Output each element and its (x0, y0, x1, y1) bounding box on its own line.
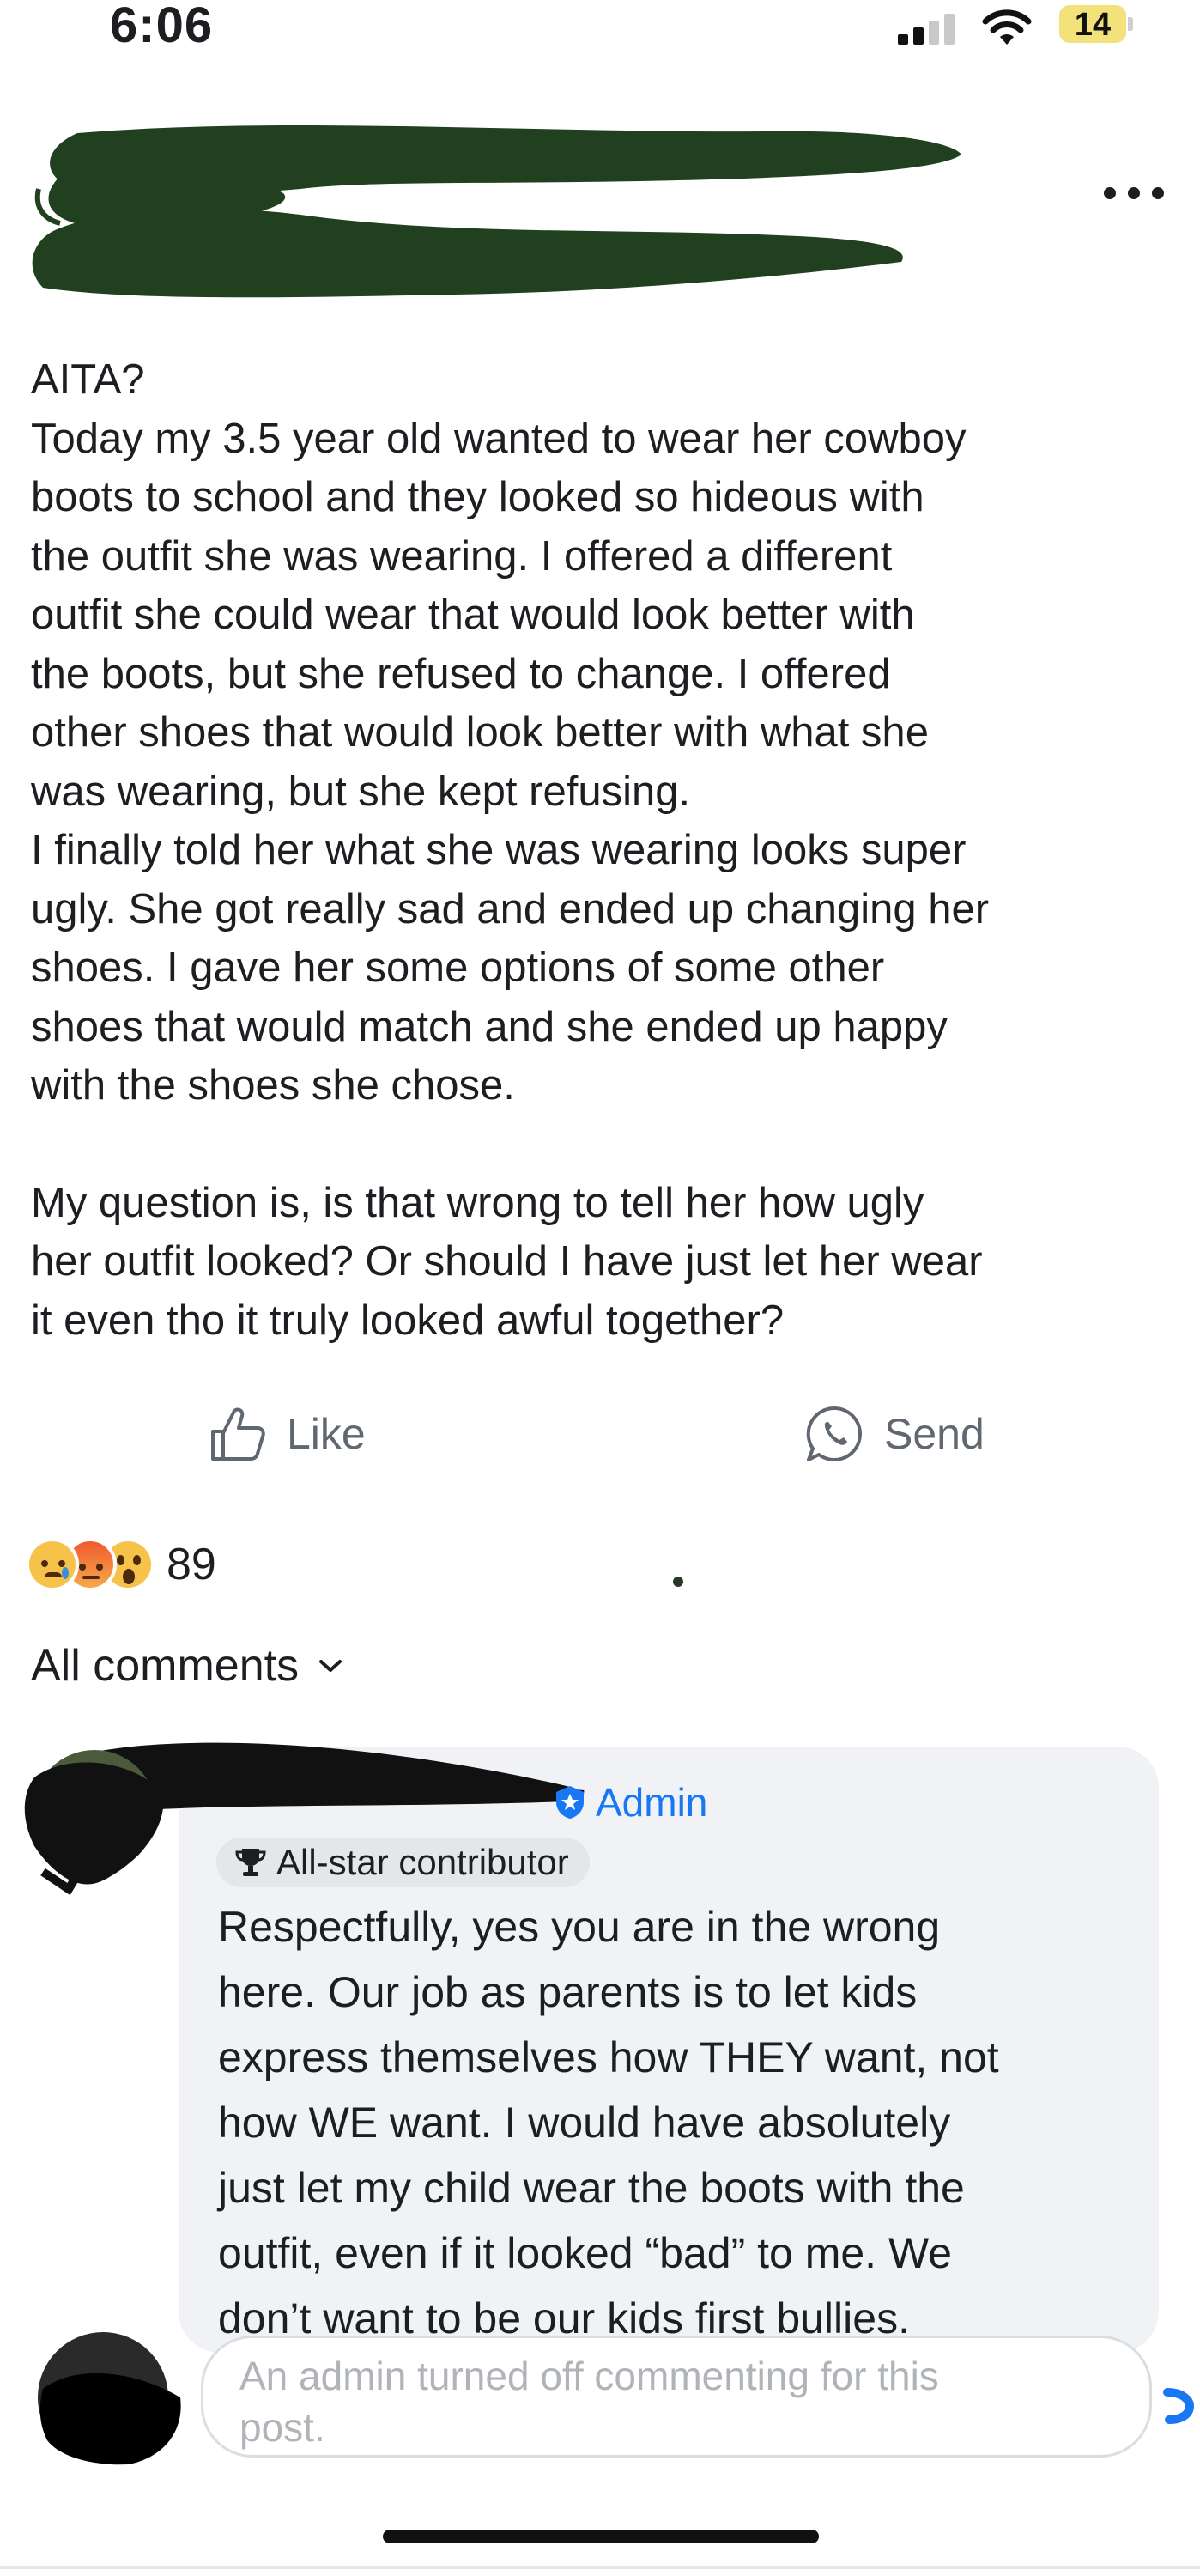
home-indicator[interactable] (383, 2530, 819, 2543)
wifi-icon (982, 9, 1032, 45)
chevron-down-icon (319, 1660, 342, 1672)
redacted-author-header (32, 125, 962, 298)
post-paragraph: My question is, is that wrong to tell he… (31, 1179, 983, 1344)
admin-shield-icon (556, 1786, 584, 1819)
admin-label: Admin (596, 1780, 708, 1825)
battery-level: 14 (1074, 7, 1112, 43)
comment-composer[interactable]: An admin turned off commenting for this … (201, 2336, 1152, 2458)
whatsapp-icon (806, 1406, 862, 1461)
admin-role-label: Admin (551, 1779, 707, 1826)
post-paragraph: Today my 3.5 year old wanted to wear her… (31, 415, 990, 1109)
reaction-summary[interactable]: 89 (26, 1530, 216, 1599)
comments-filter-dropdown[interactable]: All comments (31, 1640, 343, 1692)
redacted-user-avatar (38, 2332, 181, 2465)
reaction-count: 89 (167, 1540, 216, 1589)
composer-placeholder: An admin turned off commenting for this … (239, 2354, 939, 2450)
battery-icon: 14 (1059, 5, 1133, 43)
thumbs-up-icon (211, 1407, 265, 1461)
post-title: AITA? (31, 356, 145, 403)
paragraph-spacer (31, 1115, 1181, 1174)
sad-emoji-icon (26, 1538, 79, 1591)
send-label: Send (884, 1410, 985, 1458)
emoji-sticker-icon[interactable] (1161, 2379, 1195, 2430)
comment-text: Respectfully, yes you are in the wrong h… (218, 1903, 999, 2342)
status-bar: 6:06 14 (0, 0, 1200, 60)
badge-label: All-star contributor (276, 1842, 569, 1882)
more-options-icon[interactable] (1100, 172, 1169, 215)
cellular-signal-icon (898, 14, 958, 45)
post-action-bar: Like Send (0, 1391, 1200, 1477)
comments-filter-label: All comments (31, 1641, 300, 1691)
status-time: 6:06 (110, 0, 214, 53)
stray-dot (673, 1577, 683, 1587)
like-button[interactable]: Like (208, 1391, 366, 1477)
trophy-icon (235, 1849, 266, 1876)
bottom-divider (0, 2566, 1200, 2569)
redacted-commenter-avatar[interactable] (17, 1743, 172, 1906)
send-button[interactable]: Send (803, 1391, 985, 1477)
like-label: Like (287, 1410, 366, 1458)
all-star-contributor-badge: All-star contributor (216, 1838, 590, 1887)
post-body: AITA? Today my 3.5 year old wanted to we… (31, 350, 1181, 1350)
